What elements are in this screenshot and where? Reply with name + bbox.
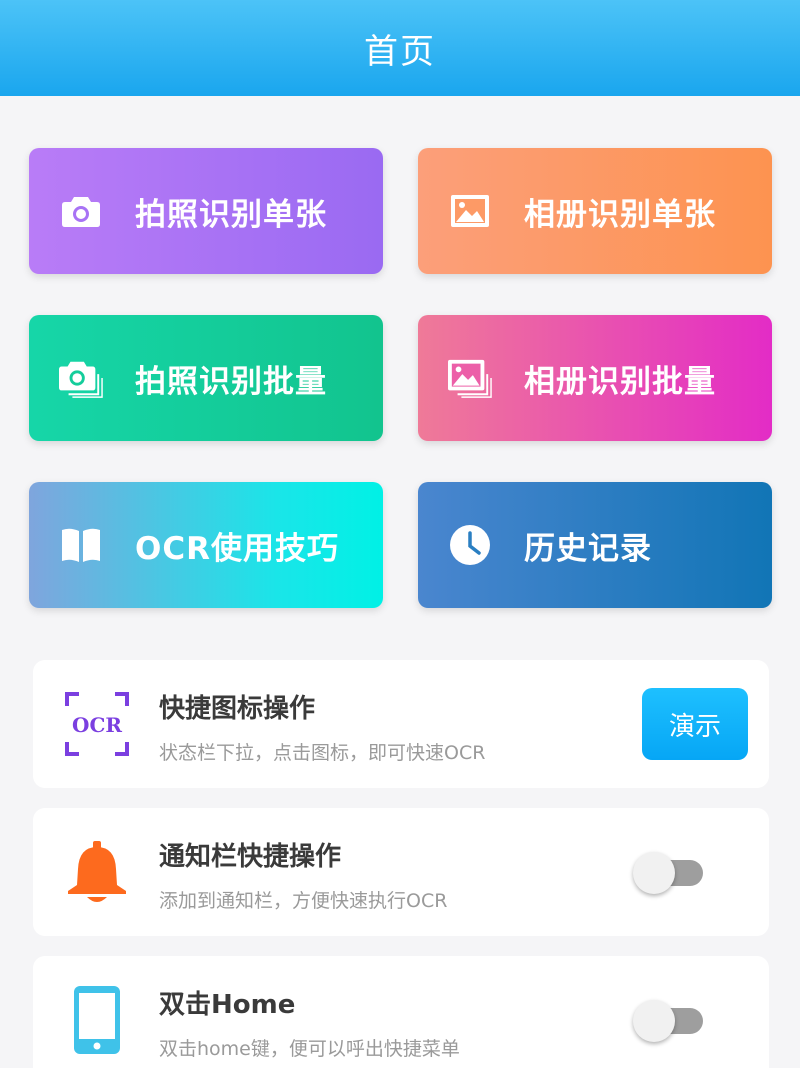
tile-label: OCR使用技巧 <box>135 530 339 567</box>
demo-button[interactable]: 演示 <box>642 688 748 760</box>
setting-double-click-home: 双击Home 双击home键，便可以呼出快捷菜单 <box>33 956 769 1068</box>
camera-batch-icon <box>59 356 103 400</box>
setting-subtitle: 添加到通知栏，方便快速执行OCR <box>159 890 448 912</box>
notification-toggle[interactable] <box>633 852 703 894</box>
setting-title: 快捷图标操作 <box>159 694 316 724</box>
setting-title: 通知栏快捷操作 <box>159 842 342 872</box>
app-header: 首页 <box>0 0 800 96</box>
setting-subtitle: 双击home键，便可以呼出快捷菜单 <box>159 1038 460 1060</box>
tile-label: 拍照识别单张 <box>135 196 327 233</box>
tile-label: 拍照识别批量 <box>135 363 327 400</box>
tile-album-single[interactable]: 相册识别单张 <box>418 148 772 274</box>
ocr-icon-text: OCR <box>72 713 122 737</box>
tile-camera-batch[interactable]: 拍照识别批量 <box>29 315 383 441</box>
tile-ocr-tips[interactable]: OCR使用技巧 <box>29 482 383 608</box>
phone-icon <box>61 984 133 1056</box>
setting-title: 双击Home <box>159 990 296 1020</box>
camera-icon <box>59 189 103 233</box>
double-home-toggle[interactable] <box>633 1000 703 1042</box>
toggle-knob <box>633 852 675 894</box>
clock-icon <box>448 523 492 567</box>
tile-label: 历史记录 <box>524 530 652 567</box>
book-icon <box>59 523 103 567</box>
tile-label: 相册识别批量 <box>524 363 716 400</box>
image-icon <box>448 189 492 233</box>
image-batch-icon <box>448 356 492 400</box>
setting-notification-shortcut: 通知栏快捷操作 添加到通知栏，方便快速执行OCR <box>33 808 769 936</box>
tile-camera-single[interactable]: 拍照识别单张 <box>29 148 383 274</box>
setting-subtitle: 状态栏下拉，点击图标，即可快速OCR <box>159 742 486 764</box>
bell-icon <box>61 836 133 908</box>
tile-label: 相册识别单张 <box>524 196 716 233</box>
toggle-knob <box>633 1000 675 1042</box>
tile-history[interactable]: 历史记录 <box>418 482 772 608</box>
page-title: 首页 <box>364 31 436 72</box>
setting-shortcut-icon: OCR 快捷图标操作 状态栏下拉，点击图标，即可快速OCR 演示 <box>33 660 769 788</box>
tile-album-batch[interactable]: 相册识别批量 <box>418 315 772 441</box>
ocr-scan-icon: OCR <box>61 688 133 760</box>
